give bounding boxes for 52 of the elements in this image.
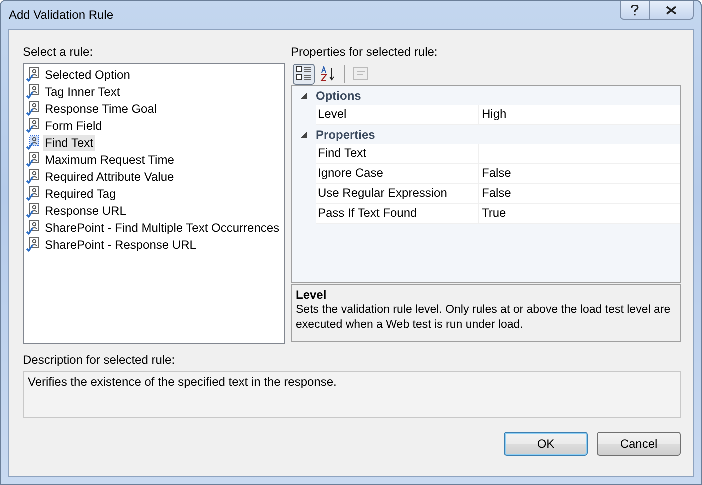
property-name[interactable]: Level <box>316 105 479 124</box>
property-name[interactable]: Use Regular Expression <box>316 184 479 203</box>
collapse-icon <box>301 132 307 138</box>
rule-icon <box>26 84 40 100</box>
property-name[interactable]: Find Text <box>316 144 479 163</box>
rule-item[interactable]: Tag Inner Text <box>43 84 122 100</box>
rule-item[interactable]: Required Attribute Value <box>43 168 176 184</box>
rule-icon <box>26 66 40 82</box>
rule-icon <box>26 168 40 184</box>
dialog-button[interactable]: OK <box>504 432 588 456</box>
category-name: Options <box>316 88 362 102</box>
description-label: Description for selected rule: <box>23 352 176 369</box>
help-icon <box>631 4 639 16</box>
property-value[interactable]: False <box>479 164 680 183</box>
rule-item[interactable]: Selected Option <box>43 66 132 82</box>
rule-item[interactable]: Response URL <box>43 202 128 218</box>
rule-item[interactable]: SharePoint - Response URL <box>43 236 198 252</box>
help-title: Level <box>296 288 328 303</box>
rule-icon <box>26 186 40 202</box>
category-name: Properties <box>316 128 376 142</box>
description-text: Verifies the existence of the specified text in the response. <box>23 371 681 418</box>
rule-item[interactable]: Form Field <box>43 118 104 134</box>
rule-list-label: Select a rule: <box>23 44 94 61</box>
property-pages-icon <box>353 67 369 81</box>
rule-icon <box>26 118 40 134</box>
rule-item[interactable]: Find Text <box>43 134 96 150</box>
collapse-icon <box>301 92 307 98</box>
help-text: Sets the validation rule level. Only rules at or above the load test level are executed when a Web test is run under load. <box>296 303 672 333</box>
rule-item[interactable]: Response Time Goal <box>43 100 160 116</box>
rule-icon <box>26 100 40 116</box>
rule-icon <box>26 236 40 252</box>
toolbar-button[interactable] <box>293 64 315 84</box>
categorized-icon <box>296 66 312 82</box>
rule-icon <box>26 152 40 168</box>
close-icon <box>666 6 677 14</box>
help-button[interactable] <box>620 1 650 20</box>
property-value[interactable]: High <box>479 105 680 124</box>
properties-label: Properties for selected rule: <box>291 44 439 61</box>
property-value[interactable]: False <box>479 184 680 203</box>
rule-item[interactable]: Required Tag <box>43 186 118 202</box>
property-name[interactable]: Pass If Text Found <box>316 204 479 223</box>
rule-item[interactable]: Maximum Request Time <box>43 152 176 168</box>
rule-icon <box>26 220 40 236</box>
rule-item[interactable]: SharePoint - Find Multiple Text Occurrences <box>43 220 282 236</box>
sort-az-icon <box>320 66 336 82</box>
close-button[interactable] <box>650 1 694 20</box>
rule-icon <box>26 134 40 150</box>
dialog-button[interactable]: Cancel <box>597 432 681 456</box>
rule-icon <box>26 202 40 218</box>
property-name[interactable]: Ignore Case <box>316 164 479 183</box>
window-title: Add Validation Rule <box>9 8 114 22</box>
property-value[interactable]: True <box>479 204 680 223</box>
